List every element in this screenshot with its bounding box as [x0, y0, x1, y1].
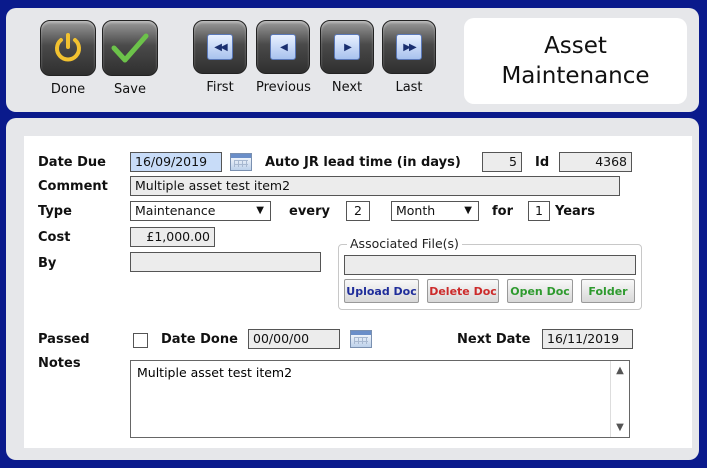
date-done-field[interactable]: 00/00/00 — [248, 329, 340, 349]
date-due-field[interactable]: 16/09/2019 — [130, 152, 222, 172]
previous-record-icon: ◀ — [270, 34, 296, 60]
previous-button[interactable]: ◀ Previous — [256, 20, 311, 95]
folder-button[interactable]: Folder — [581, 279, 635, 303]
done-button[interactable]: Done — [40, 20, 96, 97]
first-button[interactable]: ◀◀ First — [193, 20, 247, 95]
period-select[interactable]: Month ▼ — [391, 201, 479, 221]
cost-field[interactable]: £1,000.00 — [130, 227, 215, 247]
date-due-calendar-icon[interactable] — [230, 153, 252, 171]
type-select[interactable]: Maintenance ▼ — [130, 201, 271, 221]
every-label: every — [289, 204, 330, 219]
upload-doc-button[interactable]: Upload Doc — [344, 279, 419, 303]
type-select-value: Maintenance — [135, 203, 216, 218]
page-title-line1: Asset — [544, 33, 607, 59]
comment-field[interactable]: Multiple asset test item2 — [130, 176, 620, 196]
done-label: Done — [50, 82, 86, 97]
type-label: Type — [38, 204, 72, 219]
save-label: Save — [114, 82, 146, 97]
save-button-face[interactable] — [102, 20, 158, 76]
page-title: Asset Maintenance — [464, 18, 687, 104]
for-field[interactable]: 1 — [528, 201, 550, 221]
notes-label: Notes — [38, 356, 81, 371]
every-field[interactable]: 2 — [346, 201, 370, 221]
period-select-value: Month — [396, 203, 436, 218]
date-done-label: Date Done — [161, 332, 238, 347]
id-label: Id — [535, 155, 550, 170]
first-label: First — [206, 80, 234, 95]
for-label: for — [492, 204, 513, 219]
previous-label: Previous — [256, 80, 311, 95]
open-doc-button[interactable]: Open Doc — [507, 279, 573, 303]
associated-file-field[interactable] — [344, 255, 636, 275]
last-record-icon: ▶▶ — [396, 34, 422, 60]
associated-files-group: Associated File(s) Upload Doc Delete Doc… — [338, 236, 642, 310]
save-button[interactable]: Save — [102, 20, 158, 97]
power-icon — [55, 33, 81, 62]
checkmark-icon — [111, 33, 149, 63]
lead-time-field[interactable]: 5 — [482, 152, 522, 172]
done-button-face[interactable] — [40, 20, 96, 76]
next-button-face[interactable]: ▶ — [320, 20, 374, 74]
id-field: 4368 — [559, 152, 632, 172]
associated-files-legend: Associated File(s) — [347, 236, 462, 251]
next-button[interactable]: ▶ Next — [320, 20, 374, 95]
by-label: By — [38, 256, 57, 271]
lead-time-label: Auto JR lead time (in days) — [265, 155, 461, 170]
scroll-up-icon[interactable]: ▲ — [611, 365, 629, 376]
form-area: Date Due 16/09/2019 Auto JR lead time (i… — [24, 136, 692, 448]
next-label: Next — [331, 80, 363, 95]
delete-doc-button[interactable]: Delete Doc — [427, 279, 499, 303]
last-label: Last — [395, 80, 423, 95]
comment-label: Comment — [38, 179, 108, 194]
last-button[interactable]: ▶▶ Last — [382, 20, 436, 95]
toolbar: Done Save ◀◀ First ◀ Previous ▶ Next ▶▶ … — [6, 8, 699, 112]
date-done-calendar-icon[interactable] — [350, 330, 372, 348]
next-date-label: Next Date — [457, 332, 531, 347]
next-date-field: 16/11/2019 — [542, 329, 633, 349]
notes-textarea[interactable]: Multiple asset test item2 ▲ ▼ — [130, 360, 630, 438]
date-due-label: Date Due — [38, 155, 106, 170]
chevron-down-icon: ▼ — [464, 205, 472, 216]
previous-button-face[interactable]: ◀ — [256, 20, 310, 74]
page-title-line2: Maintenance — [501, 63, 650, 89]
next-record-icon: ▶ — [334, 34, 360, 60]
by-field[interactable] — [130, 252, 321, 272]
first-record-icon: ◀◀ — [207, 34, 233, 60]
first-button-face[interactable]: ◀◀ — [193, 20, 247, 74]
form-panel: Date Due 16/09/2019 Auto JR lead time (i… — [6, 118, 699, 460]
chevron-down-icon: ▼ — [256, 205, 264, 216]
scroll-down-icon[interactable]: ▼ — [611, 422, 629, 433]
cost-label: Cost — [38, 230, 71, 245]
passed-checkbox[interactable] — [133, 333, 148, 348]
notes-text: Multiple asset test item2 — [137, 365, 293, 380]
years-label: Years — [555, 204, 595, 219]
notes-scrollbar[interactable]: ▲ ▼ — [610, 361, 629, 437]
passed-label: Passed — [38, 332, 90, 347]
last-button-face[interactable]: ▶▶ — [382, 20, 436, 74]
